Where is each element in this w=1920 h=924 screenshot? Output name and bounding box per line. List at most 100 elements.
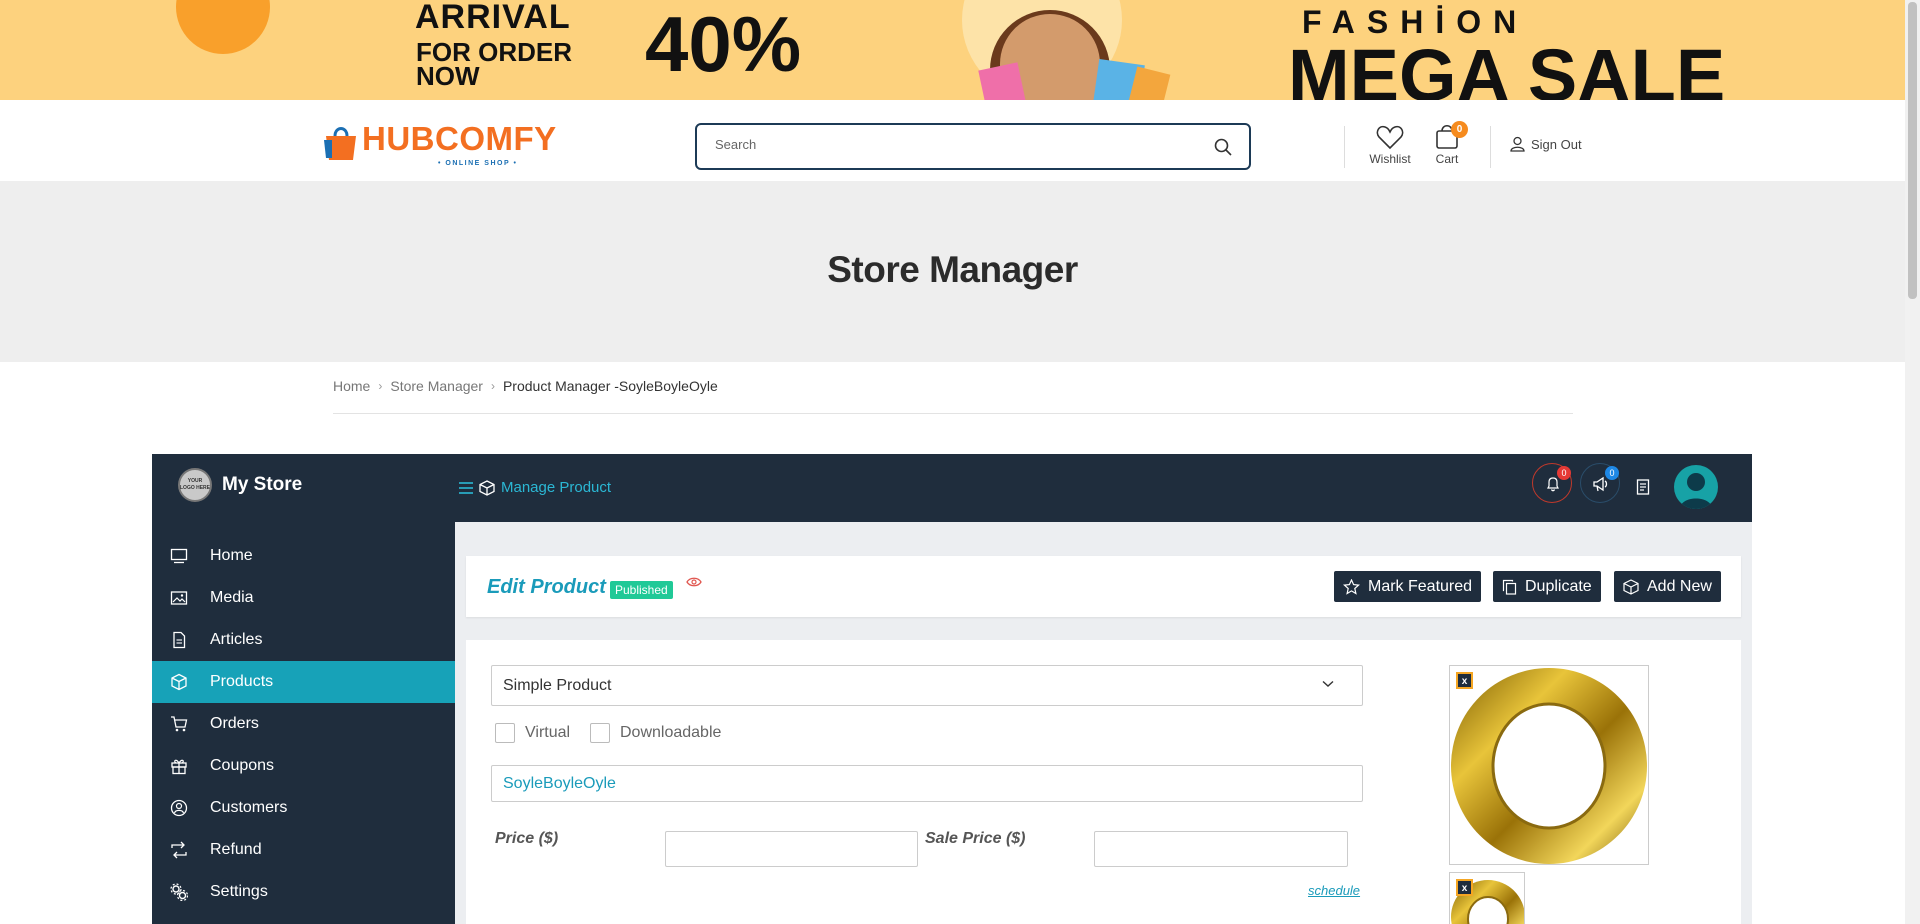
downloadable-checkbox[interactable]: Downloadable [590,723,721,743]
schedule-link[interactable]: schedule [1308,883,1360,898]
sidebar-item-articles[interactable]: Articles [152,619,455,661]
cart-label: Cart [1435,152,1459,166]
page-scrollbar[interactable] [1905,0,1920,924]
product-type-value: Simple Product [503,677,612,694]
product-form: Simple Product Virtual Downloadable Soyl… [466,640,1741,924]
cube-icon [479,479,495,496]
sidebar-item-customers[interactable]: Customers [152,787,455,829]
add-new-label: Add New [1647,577,1712,595]
mark-featured-button[interactable]: Mark Featured [1334,571,1482,602]
edit-product-title: Edit Product [487,576,606,598]
mark-featured-label: Mark Featured [1368,577,1473,595]
page-title-band: Store Manager [0,181,1905,362]
document-icon [173,631,186,649]
avatar-person-icon [1680,473,1712,509]
breadcrumb-home[interactable]: Home [333,378,370,394]
sidebar-item-refund[interactable]: Refund [152,829,455,871]
duplicate-button[interactable]: Duplicate [1493,571,1601,602]
sidebar-item-label: Orders [210,715,259,732]
notifications-button[interactable]: 0 [1532,463,1572,503]
sidebar-item-media[interactable]: Media [152,577,455,619]
sidebar-item-label: Coupons [210,757,275,774]
header-divider [1490,126,1491,168]
cart-icon [171,716,188,732]
store-manager-topbar: YOUR LOGO HERE My Store Manage Product 0… [152,454,1752,522]
edit-product-header: Edit Product Published Mark Featured Dup… [466,556,1741,617]
wishlist-link[interactable]: Wishlist [1368,124,1412,166]
gift-icon [171,759,187,775]
store-sidebar: Home Media Articles Products Orders Coup… [152,522,455,924]
virtual-checkbox-box[interactable] [495,723,515,743]
manage-product-label: Manage Product [501,479,612,496]
promo-banner[interactable]: ARRIVAL FOR ORDER NOW 40% FASHİON MEGA S… [0,0,1905,100]
user-avatar[interactable] [1674,465,1718,509]
downloadable-checkbox-box[interactable] [590,723,610,743]
remove-image-button[interactable]: x [1456,672,1473,689]
breadcrumb-divider [333,413,1573,414]
site-header: HUBCOMFY • ONLINE SHOP • Wishlist Cart 0… [0,100,1905,181]
search-input[interactable] [715,137,1195,152]
banner-for-order-text: FOR ORDER NOW [416,37,572,91]
monitor-icon [170,548,188,564]
sidebar-item-coupons[interactable]: Coupons [152,745,455,787]
sidebar-item-label: Customers [210,799,288,816]
scrollbar-thumb[interactable] [1908,2,1917,299]
sale-price-input[interactable] [1094,831,1348,867]
add-new-button[interactable]: Add New [1614,571,1721,602]
sidebar-item-orders[interactable]: Orders [152,703,455,745]
header-divider [1344,126,1345,168]
chevron-right-icon: › [490,379,495,393]
sidebar-item-products[interactable]: Products [152,661,455,703]
sidebar-item-settings[interactable]: Settings [152,871,455,913]
knowledgebase-icon[interactable] [1636,479,1650,495]
sidebar-item-home[interactable]: Home [152,535,455,577]
product-name-input[interactable]: SoyleBoyleOyle [491,765,1363,802]
gallery-image[interactable]: x [1449,872,1525,924]
heart-icon [1376,125,1404,150]
announcements-button[interactable]: 0 [1580,463,1620,503]
virtual-label: Virtual [525,724,571,741]
site-logo[interactable]: HUBCOMFY • ONLINE SHOP • [322,122,557,167]
sidebar-item-label: Home [210,547,253,564]
user-icon [1510,136,1525,152]
cart-count-badge: 0 [1451,121,1468,138]
notifications-count-badge: 0 [1557,466,1571,480]
breadcrumb-current: Product Manager -SoyleBoyleOyle [502,378,718,394]
price-input[interactable] [665,831,918,867]
menu-icon[interactable] [459,481,473,494]
product-editor: Edit Product Published Mark Featured Dup… [455,522,1752,924]
chevron-right-icon: › [378,379,383,393]
sidebar-item-label: Settings [210,883,268,900]
product-type-select[interactable]: Simple Product [491,665,1363,706]
search-box[interactable] [695,123,1251,170]
cube-icon [1623,578,1639,595]
manage-product-link[interactable]: Manage Product [459,479,611,496]
virtual-checkbox[interactable]: Virtual [495,723,570,743]
user-circle-icon [170,799,188,817]
sign-out-label: Sign Out [1531,136,1582,152]
chevron-down-icon [1322,680,1334,687]
refund-icon [171,841,187,859]
store-manager-panel: YOUR LOGO HERE My Store Manage Product 0… [152,454,1752,924]
breadcrumb-store-manager[interactable]: Store Manager [390,378,483,394]
cube-icon [171,673,187,691]
downloadable-label: Downloadable [620,724,722,741]
price-label: Price ($) [495,830,559,847]
featured-image[interactable]: x [1449,665,1649,865]
announcements-count-badge: 0 [1605,466,1619,480]
sidebar-item-label: Products [210,673,274,690]
breadcrumb: Home › Store Manager › Product Manager -… [333,378,718,394]
banner-discount-text: 40% [645,0,802,88]
sign-out-link[interactable]: Sign Out [1510,136,1582,152]
remove-gallery-image-button[interactable]: x [1456,879,1473,896]
store-logo[interactable]: YOUR LOGO HERE [178,468,212,502]
banner-shopping-bag [978,62,1026,100]
search-icon[interactable] [1213,137,1233,157]
sale-price-label: Sale Price ($) [925,830,1026,847]
store-name[interactable]: My Store [222,474,302,496]
wishlist-label: Wishlist [1369,152,1411,166]
copy-icon [1502,579,1517,595]
gears-icon [170,883,188,901]
banner-sun-decoration [176,0,270,54]
eye-icon[interactable] [686,576,702,588]
